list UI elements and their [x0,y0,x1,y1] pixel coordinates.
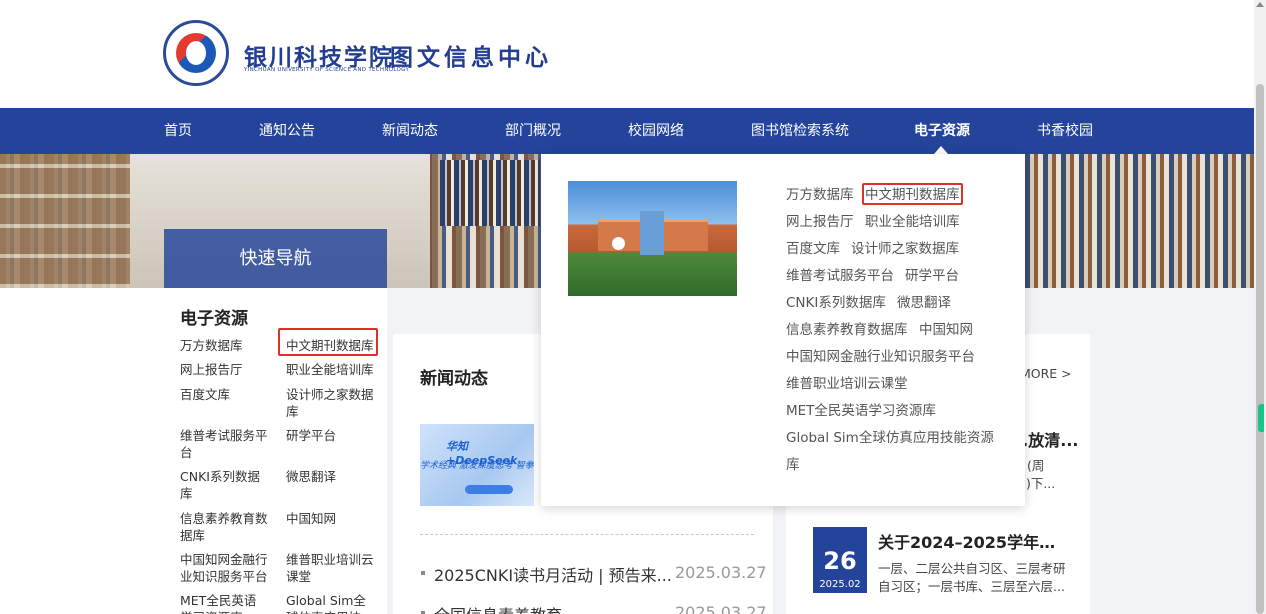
thumb-pill [465,485,513,494]
dropdown-link-designer-home[interactable]: 设计师之家数据库 [851,240,959,258]
dropdown-link-baidu-wenku[interactable]: 百度文库 [786,240,840,258]
center-name: 图文信息中心 [390,44,552,71]
notice-excerpt: 一层、二层公共自习区、三层考研 [878,561,1066,576]
banner-bookshelf [0,154,130,288]
dropdown-link-global-sim-cont[interactable]: 库 [786,456,800,474]
nav-item-campus-network[interactable]: 校园网络 [628,108,684,154]
dropdown-link-cnki-net[interactable]: 中国知网 [919,321,973,339]
site-header: 银川科技学院 YINCHUAN UNIVERSITY OF SCIENCE AN… [0,0,1254,108]
main-nav: 首页 通知公告 新闻动态 部门概况 校园网络 图书馆检索系统 电子资源 书香校园 [0,108,1254,154]
sidebar-link-cnki-net[interactable]: 中国知网 [286,510,376,527]
sidebar-link-cnki[interactable]: CNKI系列数据库 [180,468,262,502]
news-divider [420,534,754,535]
sidebar-link-designer-home[interactable]: 设计师之家数据库 [286,386,376,420]
dropdown-link-global-sim[interactable]: Global Sim全球仿真应用技能资源 [786,429,994,447]
nav-item-notices[interactable]: 通知公告 [259,108,315,154]
nav-item-department[interactable]: 部门概况 [505,108,561,154]
sidebar-link-wanfang[interactable]: 万方数据库 [180,337,276,354]
notice-date-badge: 26 2025.02 [813,527,867,593]
dropdown-link-cnki-finance[interactable]: 中国知网金融行业知识服务平台 [786,348,975,366]
sidebar-link-vocational-training[interactable]: 职业全能培训库 [286,361,382,378]
scroll-up-icon[interactable] [1256,2,1264,7]
notice-excerpt: (周 [1027,458,1045,473]
sidebar-title: 电子资源 [180,309,248,329]
nav-item-reading-campus[interactable]: 书香校园 [1037,108,1093,154]
news-thumbnail[interactable]: 华知+DeepSeek 学术经典 激发深度思考 智拳 [420,424,534,506]
banner-bookshelf [440,160,540,226]
play-dot-icon [612,237,625,250]
notice-day: 26 [823,547,857,575]
news-section-title: 新闻动态 [420,369,488,389]
dropdown-link-info-literacy[interactable]: 信息素养教育数据库 [786,321,908,339]
news-date: 2025.03.27 [675,603,767,614]
notice-year-month: 2025.02 [819,579,861,590]
notice-title[interactable]: 关于2024–2025学年第... [878,529,1068,553]
sidebar-link-vip-exam[interactable]: 维普考试服务平台 [180,427,270,461]
sidebar-link-online-lectures[interactable]: 网上报告厅 [180,361,276,378]
sidebar-link-info-literacy[interactable]: 信息素养教育数据库 [180,510,270,544]
dropdown-link-vip-exam[interactable]: 维普考试服务平台 [786,267,894,285]
sidebar-link-weisi-translate[interactable]: 微思翻译 [286,468,376,485]
dropdown-link-online-lectures[interactable]: 网上报告厅 [786,213,854,231]
school-name-en: YINCHUAN UNIVERSITY OF SCIENCE AND TECHN… [244,67,410,73]
nav-item-library-search[interactable]: 图书馆检索系统 [751,108,849,154]
dropdown-link-wanfang[interactable]: 万方数据库 [786,186,854,204]
sidebar-link-yanxue[interactable]: 研学平台 [286,427,376,444]
school-logo-icon[interactable] [163,20,229,86]
nav-item-home[interactable]: 首页 [164,108,192,154]
dropdown-link-yanxue[interactable]: 研学平台 [905,267,959,285]
nav-item-news[interactable]: 新闻动态 [382,108,438,154]
sidebar-link-baidu-wenku[interactable]: 百度文库 [180,386,276,403]
news-item[interactable]: 全国信息素养教育 [434,602,674,614]
thumb-subtitle: 学术经典 激发深度思考 智拳 [420,461,534,471]
dropdown-link-vocational-training[interactable]: 职业全能培训库 [865,213,960,231]
sidebar-link-vip-vocational-cloud[interactable]: 维普职业培训云课堂 [286,551,376,585]
dropdown-link-vip-vocational-cloud[interactable]: 维普职业培训云课堂 [786,375,908,393]
scrollbar-thumb[interactable] [1256,84,1264,614]
sidebar-link-cnki-finance[interactable]: 中国知网金融行业知识服务平台 [180,551,270,585]
sidebar-link-met-english[interactable]: MET全民英语学习资源库 [180,592,262,614]
dropdown-link-weisi-translate[interactable]: 微思翻译 [897,294,951,312]
news-item[interactable]: 2025CNKI读书月活动 | 预告来... [434,562,674,586]
dropdown-caret-icon [934,146,948,154]
bullet-icon [421,571,425,575]
highlight-box [862,183,963,205]
dropdown-link-met-english[interactable]: MET全民英语学习资源库 [786,402,936,420]
quick-nav-title: 快速导航 [164,229,387,288]
campus-photo [568,181,737,296]
notice-excerpt: 自习区；一层书库、三层至六层... [878,579,1065,594]
dropdown-link-cnki[interactable]: CNKI系列数据库 [786,294,886,312]
news-date: 2025.03.27 [675,563,767,582]
more-link[interactable]: MORE > [1020,366,1072,381]
side-float-tab[interactable] [1258,404,1264,432]
banner-bookshelf [1025,154,1254,288]
highlight-box [278,328,378,356]
sidebar-link-global-sim[interactable]: Global Sim全球仿真应用技能资源库 [286,592,366,614]
